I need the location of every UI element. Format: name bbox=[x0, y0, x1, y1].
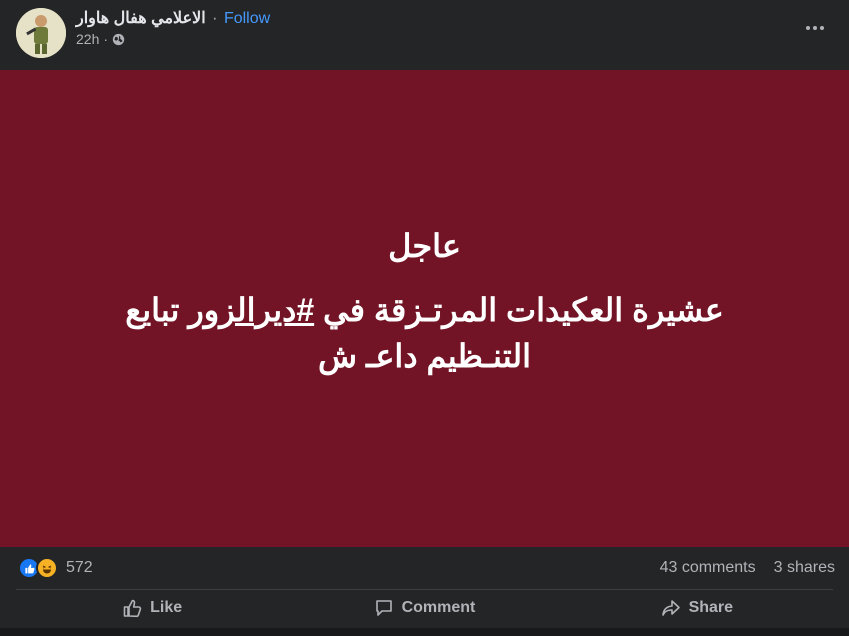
reaction-count: 572 bbox=[66, 559, 93, 576]
comment-label: Comment bbox=[401, 599, 476, 616]
action-bar: Like Comment Share bbox=[16, 590, 833, 626]
post-card: الاعلامي هفال هاوار · Follow 22h · عاجل … bbox=[0, 0, 849, 636]
post-image[interactable]: عاجل عشيرة العكيدات المرتـزقة في #ديرالز… bbox=[0, 70, 849, 547]
share-button[interactable]: Share bbox=[561, 590, 833, 626]
author-avatar[interactable] bbox=[16, 8, 66, 58]
image-body: عشيرة العكيدات المرتـزقة في #ديرالزور تب… bbox=[75, 287, 775, 379]
like-label: Like bbox=[150, 599, 183, 616]
separator: · bbox=[212, 10, 218, 27]
separator-dot: · bbox=[103, 31, 109, 47]
post-header: الاعلامي هفال هاوار · Follow 22h · bbox=[0, 0, 849, 70]
reactions-summary[interactable]: 572 bbox=[18, 557, 93, 579]
post-time[interactable]: 22h bbox=[76, 31, 99, 47]
author-line: الاعلامي هفال هاوار · Follow bbox=[76, 8, 270, 28]
comments-count[interactable]: 43 comments bbox=[660, 559, 756, 577]
comment-button[interactable]: Comment bbox=[288, 590, 560, 626]
post-stats: 572 43 comments 3 shares bbox=[0, 548, 849, 588]
shares-count[interactable]: 3 shares bbox=[774, 559, 835, 577]
avatar-image bbox=[16, 8, 66, 58]
image-body-start: عشيرة العكيدات المرتـزقة في bbox=[314, 291, 724, 328]
engagement-stats: 43 comments 3 shares bbox=[660, 559, 835, 577]
haha-icon bbox=[36, 557, 58, 579]
author-name[interactable]: الاعلامي هفال هاوار bbox=[76, 10, 206, 27]
feed-gap bbox=[0, 628, 849, 636]
globe-icon[interactable] bbox=[112, 33, 125, 46]
comment-icon bbox=[375, 600, 392, 616]
share-icon bbox=[661, 600, 680, 616]
share-label: Share bbox=[688, 599, 734, 616]
follow-button[interactable]: Follow bbox=[224, 10, 270, 27]
image-headline: عاجل bbox=[388, 227, 461, 264]
more-options-icon[interactable] bbox=[801, 16, 829, 40]
post-meta: 22h · bbox=[76, 31, 125, 47]
like-button[interactable]: Like bbox=[16, 590, 288, 626]
thumbs-up-icon bbox=[123, 599, 142, 618]
image-hashtag: #ديرالزور bbox=[188, 291, 315, 328]
